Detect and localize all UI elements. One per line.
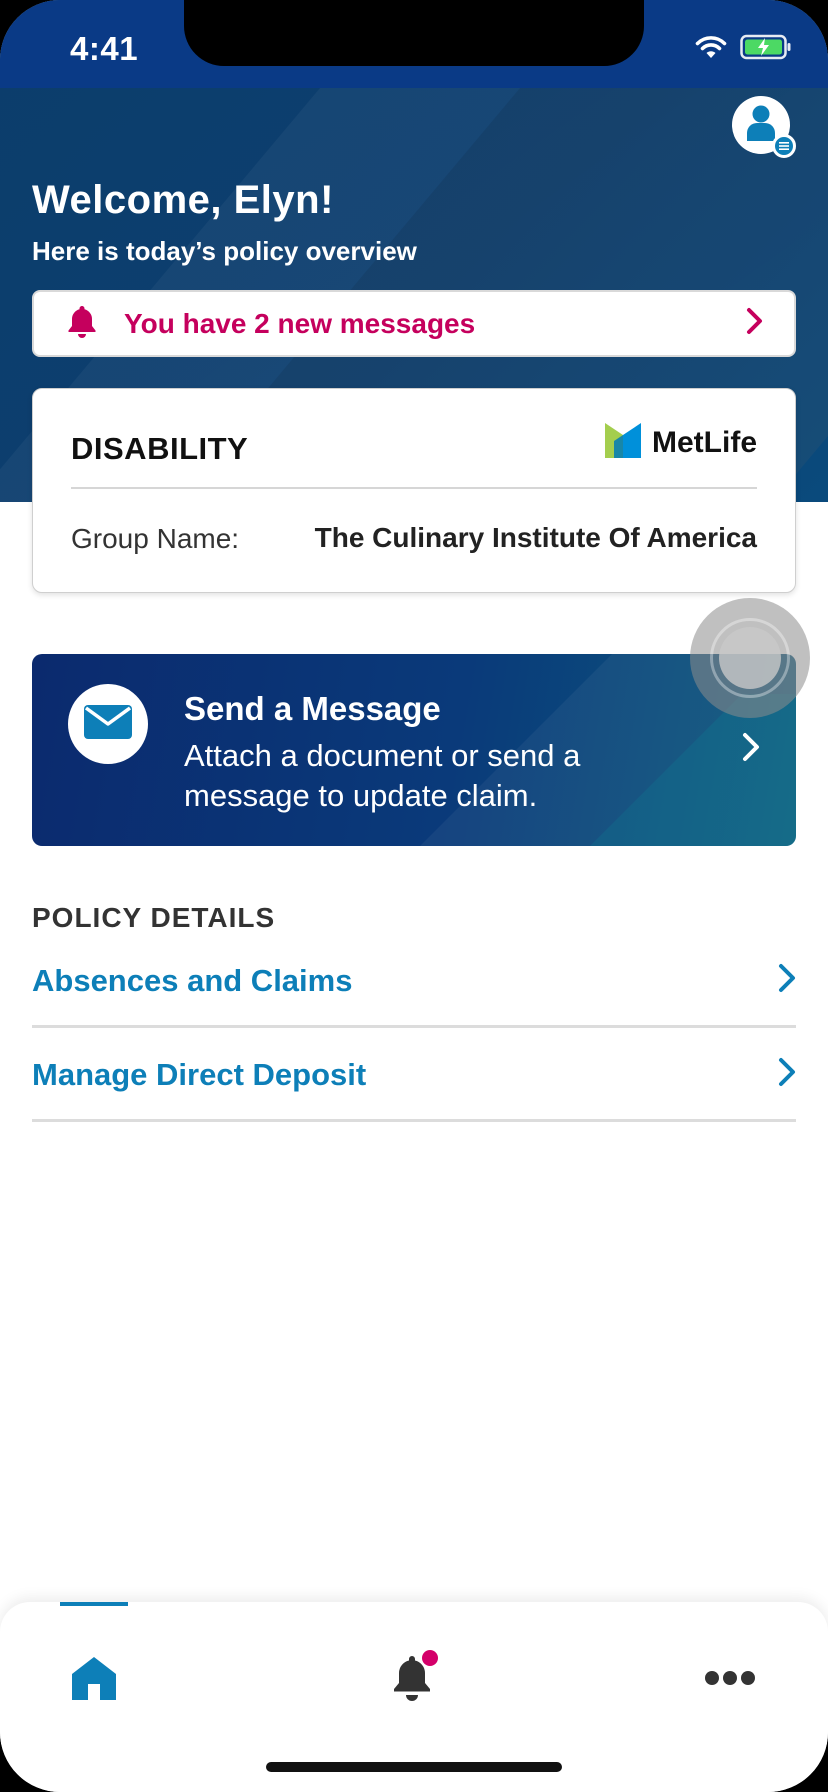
- absences-claims-row[interactable]: Absences and Claims: [32, 936, 796, 1028]
- group-name-value: The Culinary Institute Of America: [314, 522, 757, 553]
- tab-more[interactable]: [690, 1640, 770, 1720]
- battery-charging-icon: [740, 34, 792, 65]
- metlife-logo-icon: [604, 421, 642, 464]
- new-messages-text: You have 2 new messages: [124, 307, 476, 339]
- touch-dot: [719, 627, 781, 689]
- group-name-label: Group Name:: [71, 523, 240, 554]
- touch-ring: [710, 618, 790, 698]
- welcome-heading: Welcome, Elyn!: [32, 178, 334, 222]
- chevron-right-icon: [742, 732, 760, 767]
- device-notch: [184, 0, 644, 66]
- row-label: Absences and Claims: [32, 962, 353, 998]
- policy-details-heading: POLICY DETAILS: [32, 902, 276, 933]
- tab-home[interactable]: [54, 1640, 134, 1720]
- overview-subtitle: Here is today’s policy overview: [32, 236, 417, 266]
- carrier-name: MetLife: [652, 425, 757, 459]
- wifi-icon: [694, 34, 728, 65]
- mail-icon-circle: [68, 684, 148, 764]
- chevron-right-icon: [778, 963, 796, 998]
- more-icon: [704, 1670, 756, 1691]
- status-time: 4:41: [70, 30, 139, 67]
- new-messages-banner[interactable]: You have 2 new messages: [32, 290, 796, 357]
- active-tab-indicator: [60, 1602, 128, 1606]
- policy-card: DISABILITY MetLife Group Name: The Culin…: [32, 388, 796, 593]
- chevron-right-icon: [746, 307, 764, 340]
- menu-badge-icon: [772, 134, 796, 158]
- send-message-card[interactable]: Send a Message Attach a document or send…: [32, 654, 796, 846]
- manage-direct-deposit-row[interactable]: Manage Direct Deposit: [32, 1030, 796, 1122]
- bell-icon: [66, 303, 98, 344]
- home-icon: [70, 1654, 118, 1707]
- send-message-description: Attach a document or send a message to u…: [184, 738, 581, 813]
- touch-indicator: [690, 598, 810, 718]
- send-message-title: Send a Message: [184, 690, 441, 727]
- row-label: Manage Direct Deposit: [32, 1056, 367, 1092]
- app-screen: 4:41 Welcome, Elyn! Here is today’s poli…: [0, 0, 828, 1792]
- envelope-icon: [83, 704, 133, 745]
- policy-type: DISABILITY: [71, 431, 249, 466]
- metlife-logo: MetLife: [604, 421, 757, 464]
- profile-button[interactable]: [732, 96, 796, 158]
- notification-badge: [422, 1650, 438, 1666]
- home-indicator[interactable]: [266, 1762, 562, 1772]
- status-icons: [694, 34, 792, 65]
- divider: [71, 487, 757, 489]
- tab-notifications[interactable]: [372, 1640, 452, 1720]
- chevron-right-icon: [778, 1057, 796, 1092]
